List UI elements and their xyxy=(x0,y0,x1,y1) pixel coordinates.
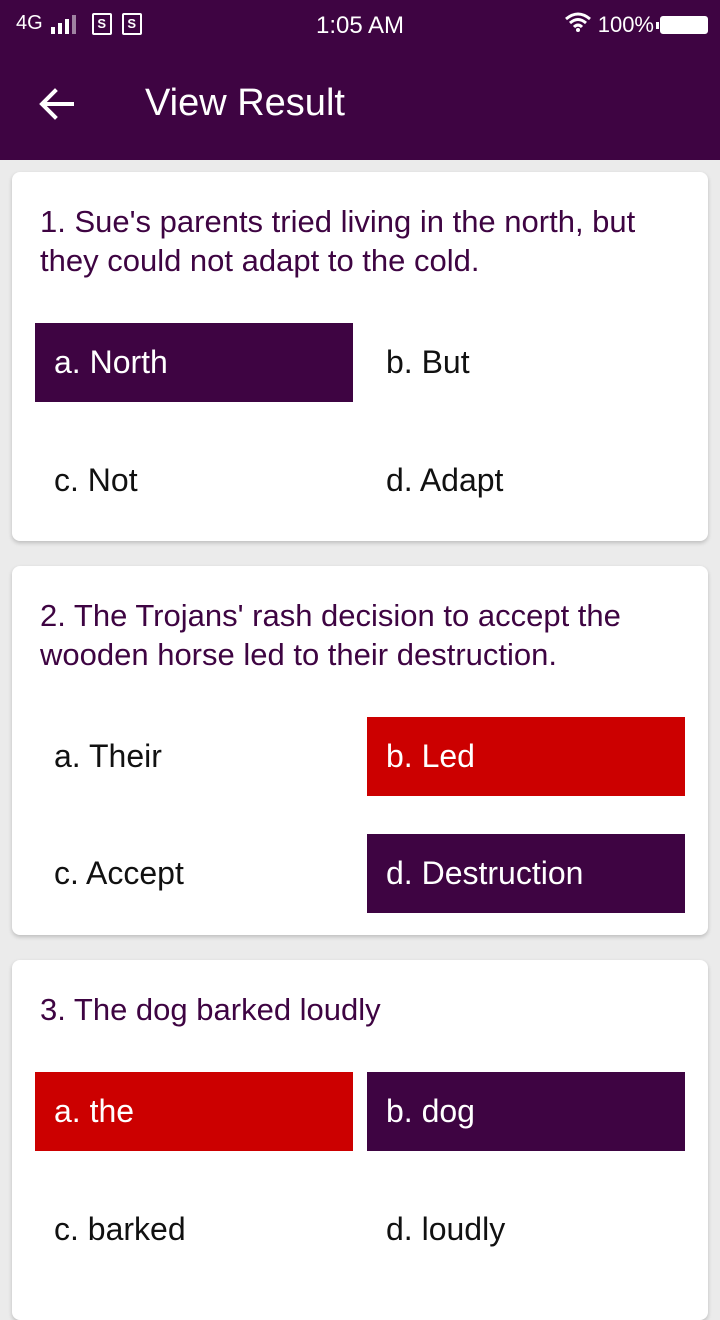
status-right: 100% xyxy=(564,12,708,38)
back-button[interactable] xyxy=(28,78,84,134)
question-text: 1. Sue's parents tried living in the nor… xyxy=(40,204,636,278)
battery-percent: 100% xyxy=(597,12,654,37)
question-card: 1. Sue's parents tried living in the nor… xyxy=(12,172,708,541)
option-b[interactable]: b. But xyxy=(367,323,685,402)
option-a[interactable]: a. North xyxy=(35,323,353,402)
app-bar: View Result xyxy=(0,50,720,160)
question-text: 2. The Trojans' rash decision to accept … xyxy=(40,598,621,672)
option-a[interactable]: a. Their xyxy=(35,717,353,796)
question-card: 2. The Trojans' rash decision to accept … xyxy=(12,566,708,935)
option-c[interactable]: c. Accept xyxy=(35,834,353,913)
option-d[interactable]: d. loudly xyxy=(367,1190,685,1269)
page-title: View Result xyxy=(145,82,345,124)
question-text: 3. The dog barked loudly xyxy=(40,992,381,1027)
arrow-left-icon xyxy=(38,87,74,125)
option-a[interactable]: a. the xyxy=(35,1072,353,1151)
option-c[interactable]: c. Not xyxy=(35,441,353,520)
option-d[interactable]: d. Destruction xyxy=(367,834,685,913)
option-d[interactable]: d. Adapt xyxy=(367,441,685,520)
question-card: 3. The dog barked loudly a. the b. dog c… xyxy=(12,960,708,1320)
option-b[interactable]: b. dog xyxy=(367,1072,685,1151)
option-b[interactable]: b. Led xyxy=(367,717,685,796)
battery-icon xyxy=(656,16,708,34)
status-bar: 4G S S 1:05 AM 100% xyxy=(0,0,720,50)
wifi-icon xyxy=(564,12,592,38)
option-c[interactable]: c. barked xyxy=(35,1190,353,1269)
